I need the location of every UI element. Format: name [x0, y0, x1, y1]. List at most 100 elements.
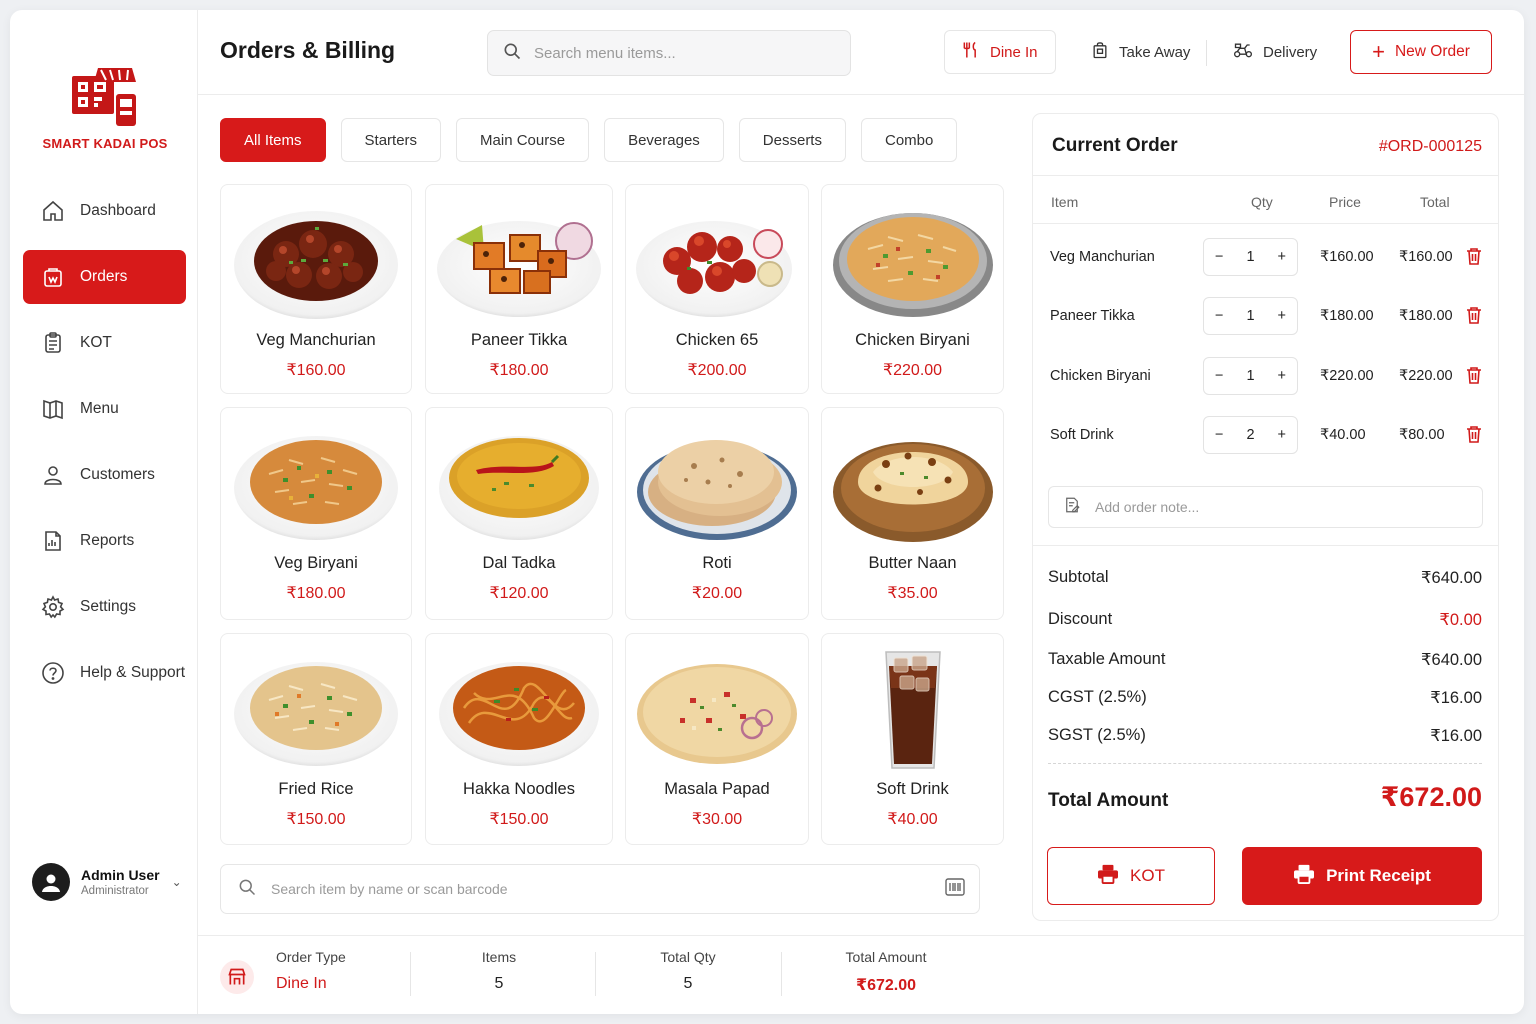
dine-in-button[interactable]: Dine In — [944, 30, 1056, 74]
sidebar-item-reports[interactable]: Reports — [23, 514, 186, 568]
item-price: ₹120.00 — [489, 585, 549, 602]
item-name: Chicken 65 — [675, 331, 759, 349]
sidebar-item-label: Orders — [80, 268, 128, 285]
item-price: ₹30.00 — [691, 811, 743, 828]
roti-icon — [637, 440, 797, 540]
category-tabs: All Items Starters Main Course Beverages… — [220, 118, 972, 162]
home-icon — [40, 198, 66, 224]
menu-card[interactable]: Roti ₹20.00 — [625, 407, 809, 620]
increase-button[interactable]: + — [1278, 249, 1286, 265]
footer-label: Order Type — [276, 949, 346, 965]
user-role: Administrator — [81, 885, 149, 897]
item-price: ₹150.00 — [286, 811, 346, 828]
tab-main-course[interactable]: Main Course — [456, 118, 590, 162]
tab-beverages[interactable]: Beverages — [604, 118, 724, 162]
menu-card[interactable]: Masala Papad ₹30.00 — [625, 633, 809, 845]
item-name: Veg Manchurian — [256, 331, 376, 349]
increase-button[interactable]: + — [1278, 427, 1286, 443]
sidebar-item-label: Dashboard — [80, 202, 156, 219]
sidebar-item-orders[interactable]: Orders — [23, 250, 186, 304]
menu-search-box[interactable] — [487, 30, 851, 76]
print-receipt-button[interactable]: Print Receipt — [1242, 847, 1482, 905]
tab-starters[interactable]: Starters — [340, 118, 442, 162]
menu-card[interactable]: Paneer Tikka ₹180.00 — [425, 184, 613, 394]
menu-card[interactable]: Butter Naan ₹35.00 — [821, 407, 1004, 620]
user-profile[interactable]: Admin User Administrator ⌄ — [32, 860, 182, 904]
delivery-label: Delivery — [1263, 43, 1318, 61]
trash-icon[interactable] — [1466, 425, 1482, 448]
trash-icon[interactable] — [1466, 366, 1482, 389]
barcode-search-input[interactable] — [271, 881, 945, 897]
line-item-name: Veg Manchurian — [1050, 249, 1155, 265]
sidebar-item-label: KOT — [80, 334, 112, 351]
paneer-tikka-icon — [437, 221, 601, 317]
column-header-price: Price — [1329, 194, 1361, 210]
menu-card[interactable]: Fried Rice ₹150.00 — [220, 633, 412, 845]
total-amount-value: ₹672.00 — [1380, 782, 1482, 812]
kadai-shop-icon — [72, 68, 136, 126]
menu-card[interactable]: Dal Tadka ₹120.00 — [425, 407, 613, 620]
item-price: ₹220.00 — [882, 362, 943, 379]
quantity-stepper: − 1 + — [1203, 238, 1298, 276]
quantity-stepper: − 2 + — [1203, 416, 1298, 454]
discount-row: Discount ₹0.00 — [1048, 610, 1482, 630]
chevron-down-icon[interactable]: ⌄ — [172, 875, 182, 889]
veg-biryani-icon — [234, 436, 398, 540]
trash-icon[interactable] — [1466, 247, 1482, 270]
clipboard-icon — [40, 330, 66, 356]
order-note-box[interactable] — [1048, 486, 1483, 528]
sidebar-item-customers[interactable]: Customers — [23, 448, 186, 502]
user-name: Admin User — [81, 867, 160, 883]
search-icon — [502, 41, 522, 66]
item-price: ₹40.00 — [887, 811, 938, 828]
tab-desserts[interactable]: Desserts — [738, 118, 846, 162]
sidebar-item-label: Reports — [80, 532, 135, 549]
item-name: Soft Drink — [876, 780, 949, 798]
item-price: ₹150.00 — [489, 811, 549, 828]
user-icon — [40, 462, 66, 488]
sidebar-item-settings[interactable]: Settings — [23, 580, 186, 634]
tab-combo[interactable]: Combo — [860, 118, 958, 162]
decrease-button[interactable]: − — [1215, 368, 1223, 384]
kot-button[interactable]: KOT — [1047, 847, 1215, 905]
order-note-input[interactable] — [1095, 499, 1482, 515]
menu-card[interactable]: Chicken Biryani ₹220.00 — [821, 184, 1004, 394]
footer-value: ₹672.00 — [855, 977, 917, 994]
menu-card[interactable]: Veg Biryani ₹180.00 — [220, 407, 412, 620]
menu-card[interactable]: Hakka Noodles ₹150.00 — [425, 633, 613, 845]
take-away-button[interactable]: Take Away — [1074, 30, 1206, 74]
chicken-65-icon — [636, 221, 792, 317]
sidebar-nav: Dashboard Orders KOT Menu Customers Repo… — [23, 184, 186, 712]
item-search-box[interactable] — [220, 864, 980, 914]
page-title: Orders & Billing — [220, 37, 396, 63]
column-header-qty: Qty — [1251, 194, 1273, 210]
new-order-button[interactable]: + New Order — [1350, 30, 1492, 74]
order-line: Chicken Biryani − 1 + ₹220.00 ₹220.00 — [1033, 357, 1500, 397]
sidebar-item-menu[interactable]: Menu — [23, 382, 186, 436]
sidebar-item-dashboard[interactable]: Dashboard — [23, 184, 186, 238]
order-id: #ORD-000125 — [1378, 138, 1482, 155]
barcode-icon[interactable] — [945, 877, 965, 901]
search-input[interactable] — [534, 44, 850, 62]
sidebar-item-help-support[interactable]: Help & Support — [23, 646, 186, 700]
menu-card[interactable]: Veg Manchurian ₹160.00 — [220, 184, 412, 394]
decrease-button[interactable]: − — [1215, 308, 1223, 324]
delivery-button[interactable]: Delivery — [1216, 30, 1333, 74]
menu-card[interactable]: Soft Drink ₹40.00 — [821, 633, 1004, 845]
order-line: Soft Drink − 2 + ₹40.00 ₹80.00 — [1033, 416, 1500, 456]
decrease-button[interactable]: − — [1215, 249, 1223, 265]
increase-button[interactable]: + — [1278, 368, 1286, 384]
menu-card[interactable]: Chicken 65 ₹200.00 — [625, 184, 809, 394]
brand-name: SMART KADAI POS — [42, 136, 168, 151]
subtotal-value: ₹640.00 — [1421, 569, 1482, 587]
report-icon — [40, 528, 66, 554]
decrease-button[interactable]: − — [1215, 427, 1223, 443]
line-total: ₹180.00 — [1399, 308, 1453, 324]
trash-icon[interactable] — [1466, 306, 1482, 329]
tab-all-items[interactable]: All Items — [220, 118, 326, 162]
increase-button[interactable]: + — [1278, 308, 1286, 324]
brand-logo: SMART KADAI POS — [40, 66, 170, 151]
scooter-icon — [1232, 40, 1254, 64]
fried-rice-icon — [234, 662, 398, 766]
sidebar-item-kot[interactable]: KOT — [23, 316, 186, 370]
